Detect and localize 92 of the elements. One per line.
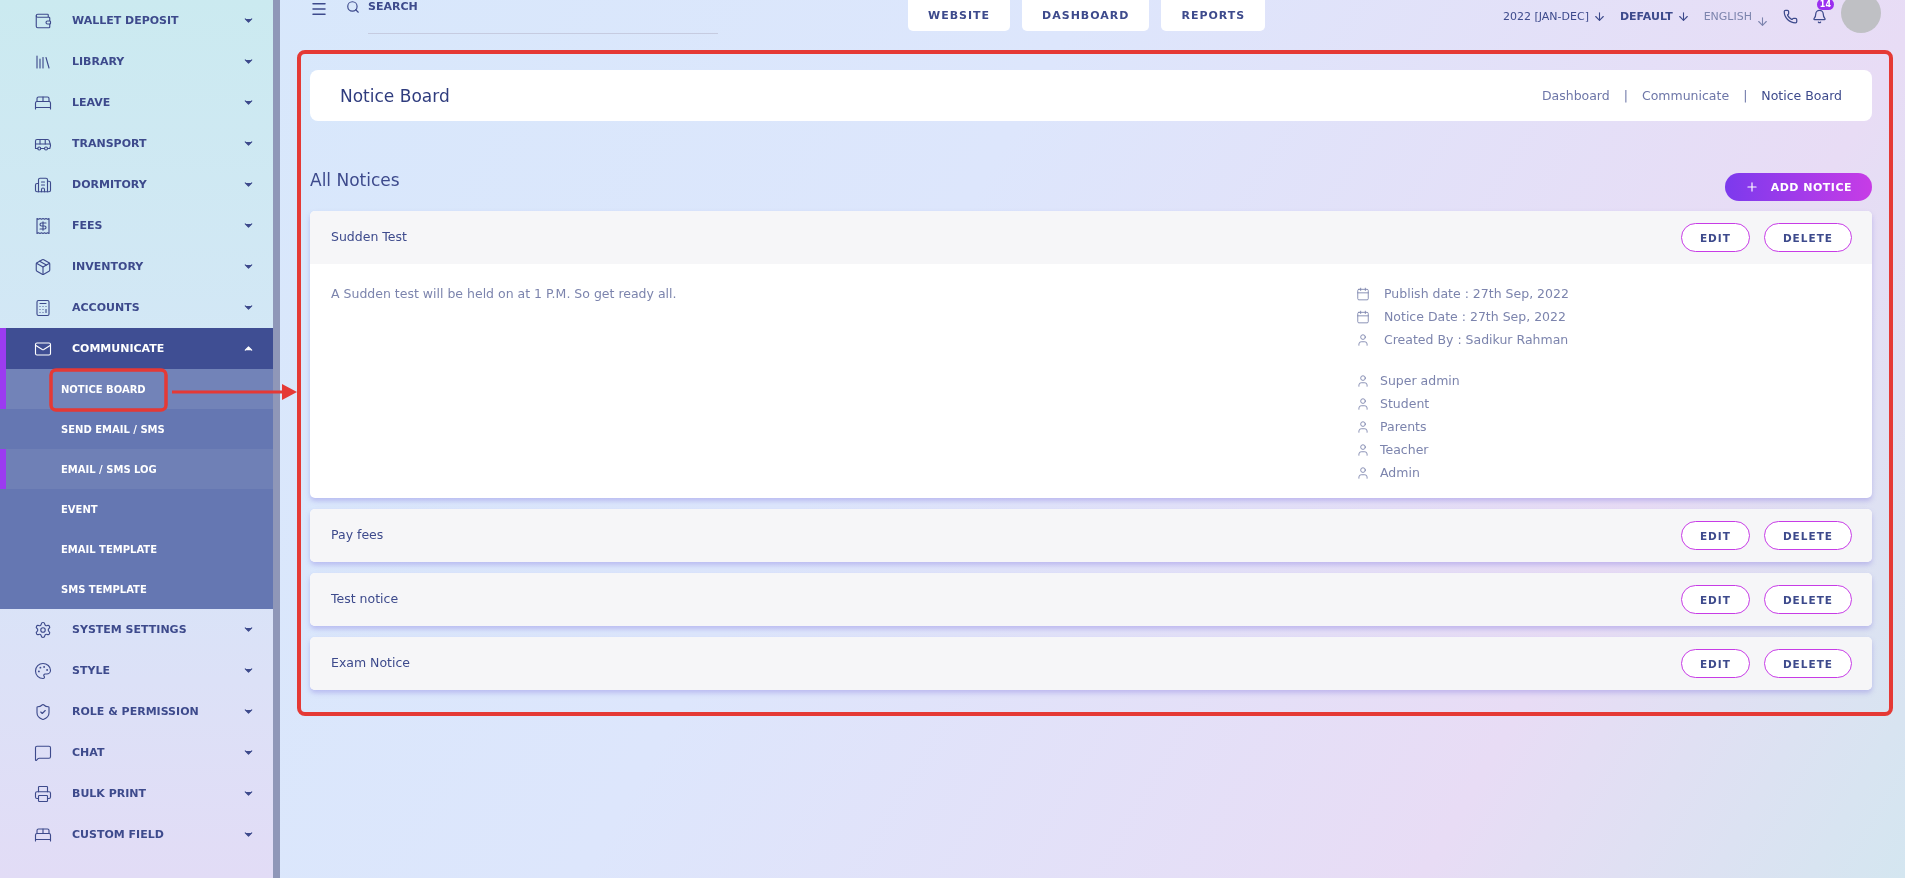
nav-button[interactable]: REPORTS <box>1161 0 1266 31</box>
edit-button[interactable]: EDIT <box>1680 223 1750 252</box>
menu-button[interactable] <box>310 0 328 16</box>
sidebar-item[interactable]: COMMUNICATE <box>0 328 273 369</box>
breadcrumb-link[interactable]: Dashboard <box>1541 88 1610 103</box>
search-icon <box>346 0 360 14</box>
sidebar-label: TRANSPORT <box>72 137 148 150</box>
active-indicator <box>0 449 6 489</box>
notice-title: Exam Notice <box>331 655 412 670</box>
delete-button[interactable]: DELETE <box>1763 521 1852 550</box>
add-notice-button[interactable]: ADD NOTICE <box>1724 173 1872 201</box>
notice-header[interactable]: Exam Notice EDIT DELETE <box>310 637 1872 690</box>
sidebar-item[interactable]: STYLE <box>0 650 273 691</box>
notice-text: A Sudden test will be held on at 1 P.M. So get ready all. <box>331 286 678 303</box>
arrow-down-icon <box>1592 9 1606 23</box>
recipient-role: Super admin <box>1380 373 1460 388</box>
user-icon <box>1356 332 1370 347</box>
submenu-item[interactable]: SEND EMAIL / SMS <box>0 409 273 449</box>
nav-button[interactable]: DASHBOARD <box>1022 0 1150 31</box>
notice-header[interactable]: Sudden Test EDIT DELETE <box>310 211 1872 264</box>
section-title: All Notices <box>310 170 401 190</box>
notice-meta: Publish date : 27th Sep, 2022 <box>1384 286 1569 301</box>
delete-button[interactable]: DELETE <box>1763 649 1852 678</box>
sidebar-label: INVENTORY <box>72 260 145 273</box>
sidebar-label: COMMUNICATE <box>72 342 166 355</box>
delete-button[interactable]: DELETE <box>1763 223 1852 252</box>
submenu-item[interactable]: SMS TEMPLATE <box>0 569 273 609</box>
theme-select[interactable]: DEFAULT <box>1619 9 1690 23</box>
user-icon <box>1356 442 1370 457</box>
notice-header[interactable]: Pay fees EDIT DELETE <box>310 509 1872 562</box>
user-icon <box>1356 373 1370 388</box>
sidebar-item[interactable]: DORMITORY <box>0 164 273 205</box>
sidebar-label: CHAT <box>72 746 106 759</box>
recipient-role: Student <box>1380 396 1430 411</box>
sidebar-label: FEES <box>72 219 104 232</box>
breadcrumb-separator: | <box>1743 88 1748 103</box>
nav-button[interactable]: WEBSITE <box>908 0 1011 31</box>
plus-icon <box>1744 180 1759 194</box>
notice-meta: Created By : Sadikur Rahman <box>1384 332 1569 347</box>
arrow-down-icon <box>1756 14 1769 28</box>
sidebar-label: ACCOUNTS <box>72 301 141 314</box>
sidebar-item[interactable]: BULK PRINT <box>0 773 273 814</box>
breadcrumb-separator: | <box>1623 88 1628 103</box>
sidebar-item[interactable]: INVENTORY <box>0 246 273 287</box>
sidebar-item[interactable]: LEAVE <box>0 82 273 123</box>
sidebar-label: STYLE <box>72 664 111 677</box>
submenu-item[interactable]: EVENT <box>0 489 273 529</box>
sidebar-item[interactable]: ACCOUNTS <box>0 287 273 328</box>
user-icon <box>1356 396 1370 411</box>
phone-icon[interactable] <box>1783 8 1798 24</box>
sidebar-label: DORMITORY <box>72 178 148 191</box>
sidebar-item[interactable]: FEES <box>0 205 273 246</box>
sidebar-label: WALLET DEPOSIT <box>72 14 180 27</box>
sidebar-label: SYSTEM SETTINGS <box>72 623 188 636</box>
calendar-icon <box>1356 309 1370 324</box>
sidebar-item[interactable]: SYSTEM SETTINGS <box>0 609 273 650</box>
edit-button[interactable]: EDIT <box>1680 649 1750 678</box>
recipient-role: Teacher <box>1380 442 1429 457</box>
sidebar-item[interactable]: CUSTOM FIELD <box>0 814 273 855</box>
sidebar-item[interactable]: TRANSPORT <box>0 123 273 164</box>
sidebar-label: ROLE & PERMISSION <box>72 705 200 718</box>
notice-meta: Notice Date : 27th Sep, 2022 <box>1384 309 1566 324</box>
notice-header[interactable]: Test notice EDIT DELETE <box>310 573 1872 626</box>
breadcrumb-link[interactable]: Notice Board <box>1761 88 1842 103</box>
notification-icon[interactable] <box>1812 8 1827 24</box>
notice-title: Pay fees <box>331 527 385 542</box>
page-title: Notice Board <box>340 85 451 106</box>
sidebar-label: LIBRARY <box>72 55 126 68</box>
notice-title: Test notice <box>331 591 400 606</box>
submenu-item[interactable]: EMAIL TEMPLATE <box>0 529 273 569</box>
user-icon <box>1356 465 1370 480</box>
calendar-icon <box>1356 286 1370 301</box>
edit-button[interactable]: EDIT <box>1680 521 1750 550</box>
submenu-item[interactable]: EMAIL / SMS LOG <box>0 449 273 489</box>
delete-button[interactable]: DELETE <box>1763 585 1852 614</box>
recipient-role: Parents <box>1380 419 1427 434</box>
edit-button[interactable]: EDIT <box>1680 585 1750 614</box>
sidebar-label: CUSTOM FIELD <box>72 828 165 841</box>
notification-badge: 14 <box>1816 0 1834 10</box>
notice-title: Sudden Test <box>331 229 408 244</box>
user-icon <box>1356 419 1370 434</box>
search-field[interactable]: SEARCH <box>368 0 718 34</box>
session-select[interactable]: 2022 [JAN-DEC] <box>1503 9 1606 23</box>
recipient-role: Admin <box>1380 465 1420 480</box>
sidebar-item[interactable]: CHAT <box>0 732 273 773</box>
breadcrumb-link[interactable]: Communicate <box>1641 88 1730 103</box>
sidebar-item[interactable]: LIBRARY <box>0 41 273 82</box>
sidebar-label: BULK PRINT <box>72 787 147 800</box>
sidebar-item[interactable]: WALLET DEPOSIT <box>0 0 273 41</box>
sidebar-item[interactable]: ROLE & PERMISSION <box>0 691 273 732</box>
arrow-down-icon <box>1676 9 1690 23</box>
sidebar-label: LEAVE <box>72 96 112 109</box>
